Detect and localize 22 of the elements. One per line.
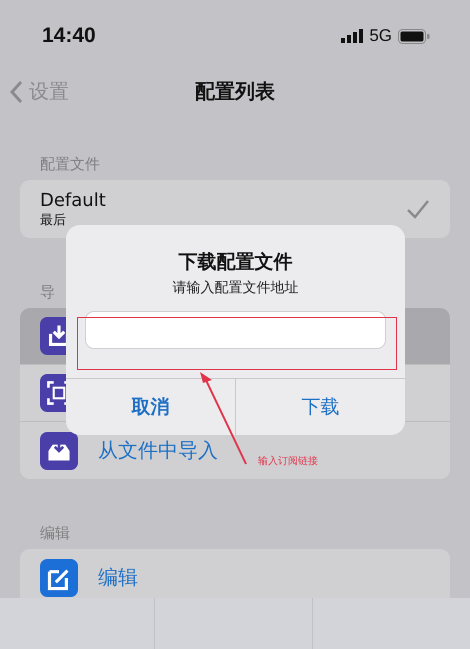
- chevron-left-icon: [10, 80, 23, 104]
- section-header: 导: [40, 283, 55, 302]
- nav-title: 配置列表: [195, 78, 275, 104]
- edit-icon: [40, 558, 78, 596]
- edit-row[interactable]: 编辑: [20, 549, 450, 598]
- profile-name: Default: [40, 190, 106, 210]
- dialog-button[interactable]: 下载: [236, 379, 405, 435]
- row-label: 编辑: [98, 564, 138, 591]
- url-field[interactable]: [85, 311, 386, 349]
- status-time: 14:40: [42, 24, 96, 48]
- signal-icon: [341, 29, 364, 43]
- profile-row[interactable]: Default 最后: [20, 180, 450, 238]
- annotation-text: 输入订阅链接: [258, 454, 318, 468]
- row-label: 从文件中导入: [98, 437, 218, 464]
- section-header: 编辑: [40, 524, 70, 543]
- battery-icon: [398, 28, 430, 44]
- profile-subtitle: 最后: [40, 212, 67, 228]
- dialog-title: 下载配置文件: [178, 250, 294, 275]
- network-label: 5G: [369, 26, 392, 46]
- dialog-message: 请输入配置文件地址: [172, 279, 300, 297]
- tray-import-icon: [40, 432, 78, 470]
- section-header: 配置文件: [40, 155, 100, 174]
